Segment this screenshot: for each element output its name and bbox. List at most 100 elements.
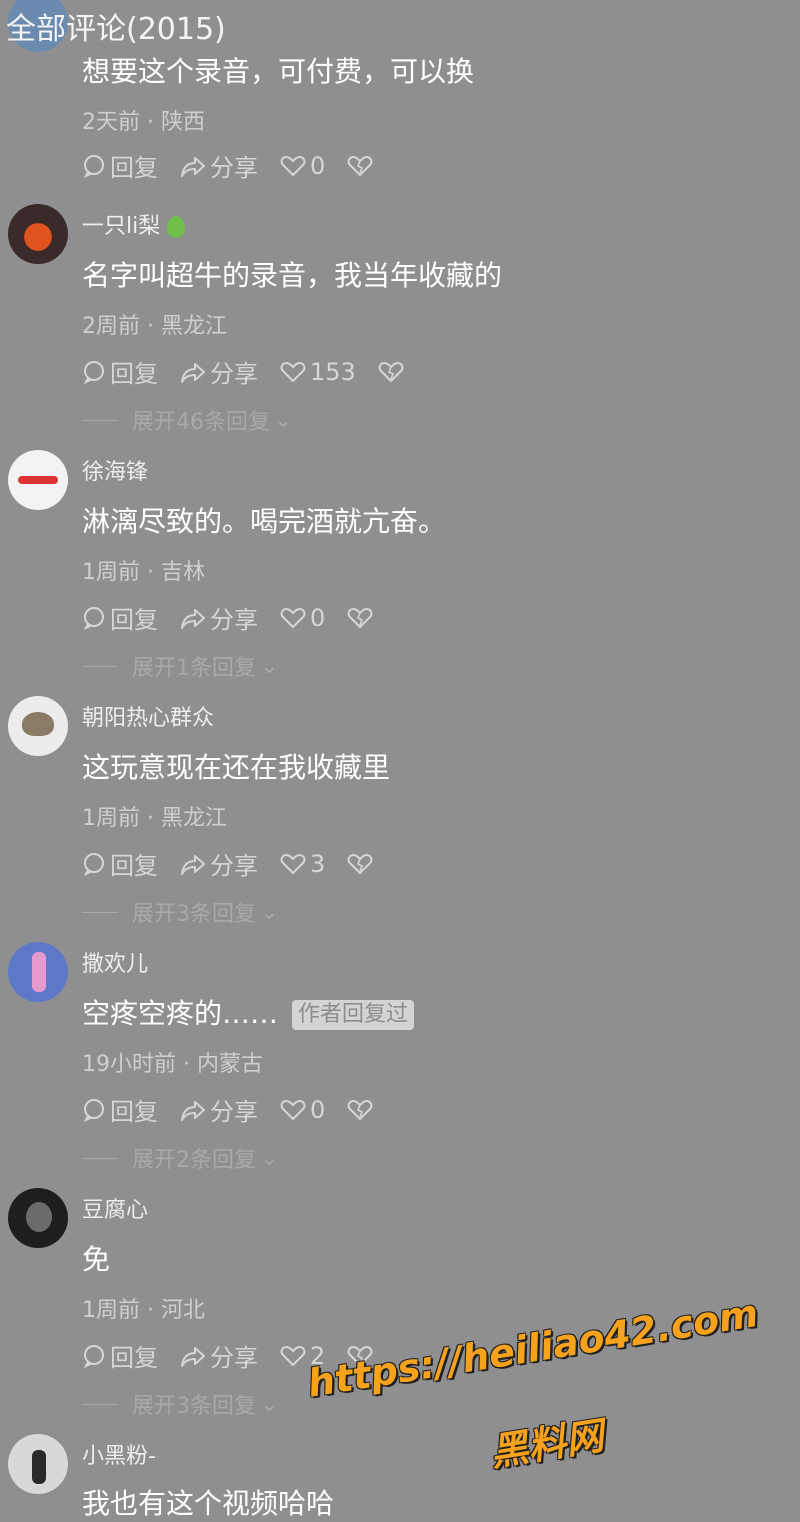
like-button[interactable]: 0 (280, 1096, 325, 1124)
comment-icon (83, 154, 104, 178)
comment-icon (83, 606, 104, 630)
page-title: 全部评论(2015) (6, 12, 226, 47)
comment-text: 我也有这个视频哈哈 (82, 1487, 335, 1520)
chevron-down-icon: ⌄ (274, 407, 293, 433)
divider (82, 1157, 118, 1159)
reply-button[interactable]: 回复 (82, 600, 158, 635)
comment-icon (83, 360, 104, 384)
comment-icon (83, 852, 104, 876)
dislike-button[interactable] (347, 852, 377, 876)
comment-item: 徐海锋 淋漓尽致的。喝完酒就亢奋。 1周前 · 吉林 回复 分享 0 展开1条回… (0, 446, 800, 692)
comment-text: 免 (82, 1243, 111, 1276)
reply-button[interactable]: 回复 (82, 354, 158, 389)
share-button[interactable]: 分享 (180, 354, 258, 389)
heart-icon (280, 1099, 306, 1120)
comment-username[interactable]: 小黑粉- (82, 1438, 156, 1470)
comment-meta: 1周前 · 河北 (82, 1298, 205, 1323)
silhouette-figure (32, 1450, 46, 1484)
share-icon (181, 1100, 205, 1121)
share-icon (181, 362, 205, 383)
like-button[interactable]: 153 (280, 358, 356, 386)
comment-username[interactable]: 徐海锋 (82, 454, 148, 486)
share-button[interactable]: 分享 (180, 600, 258, 635)
comment-icon (83, 1344, 104, 1368)
share-icon (181, 156, 205, 177)
expand-replies-button[interactable]: 展开2条回复 ⌄ (82, 1142, 278, 1174)
chevron-down-icon: ⌄ (260, 653, 279, 679)
share-button[interactable]: 分享 (180, 846, 258, 881)
avatar[interactable] (8, 204, 68, 264)
comment-actions: 回复 分享 3 (82, 846, 399, 881)
avatar[interactable] (8, 696, 68, 756)
avatar[interactable] (8, 1188, 68, 1248)
heart-icon (280, 155, 306, 176)
heart-icon (280, 853, 306, 874)
chevron-down-icon: ⌄ (260, 1145, 279, 1171)
divider (82, 911, 118, 913)
share-icon (181, 1346, 205, 1367)
cartoon-figure (32, 952, 46, 992)
share-icon (181, 608, 205, 629)
heart-icon (280, 361, 306, 382)
broken-heart-icon (378, 361, 404, 382)
chevron-down-icon: ⌄ (260, 1391, 279, 1417)
dislike-button[interactable] (347, 606, 377, 630)
chevron-down-icon: ⌄ (260, 899, 279, 925)
comment-meta: 1周前 · 吉林 (82, 560, 205, 585)
divider (82, 665, 118, 667)
comment-username[interactable]: 豆腐心 (82, 1192, 148, 1224)
comment-actions: 回复 分享 0 (82, 600, 399, 635)
comment-text: 名字叫超牛的录音，我当年收藏的 (82, 259, 503, 292)
expand-replies-button[interactable]: 展开3条回复 ⌄ (82, 896, 278, 928)
dislike-button[interactable] (378, 360, 408, 384)
hedgehog-image (22, 712, 54, 736)
comment-text: 空疼空疼的…… 作者回复过 (82, 992, 415, 1032)
broken-heart-icon (347, 853, 373, 874)
dark-portrait (26, 1202, 52, 1232)
comment-actions: 回复 分享 153 (82, 354, 430, 389)
dislike-button[interactable] (347, 154, 377, 178)
comment-icon (83, 1098, 104, 1122)
broken-heart-icon (347, 1099, 373, 1120)
comment-username[interactable]: 朝阳热心群众 (82, 700, 214, 732)
comment-meta: 2周前 · 黑龙江 (82, 314, 227, 339)
comment-username[interactable]: 一只li梨 (82, 208, 186, 240)
broken-heart-icon (347, 155, 373, 176)
like-button[interactable]: 0 (280, 152, 325, 180)
heart-icon (280, 607, 306, 628)
reply-button[interactable]: 回复 (82, 1338, 158, 1373)
dislike-button[interactable] (347, 1098, 377, 1122)
broken-heart-icon (347, 607, 373, 628)
avatar[interactable] (8, 450, 68, 510)
share-button[interactable]: 分享 (180, 1092, 258, 1127)
comment-item: 朝阳热心群众 这玩意现在还在我收藏里 1周前 · 黑龙江 回复 分享 3 展开3… (0, 692, 800, 938)
logo-mark (18, 476, 58, 484)
share-button[interactable]: 分享 (180, 148, 258, 183)
avatar[interactable] (8, 1434, 68, 1494)
divider (82, 419, 118, 421)
like-button[interactable]: 0 (280, 604, 325, 632)
comment-item: 小黑粉- 我也有这个视频哈哈 (0, 1430, 800, 1520)
reply-button[interactable]: 回复 (82, 846, 158, 881)
comment-item: 撒欢儿 空疼空疼的…… 作者回复过 19小时前 · 内蒙古 回复 分享 0 展开2… (0, 938, 800, 1184)
share-button[interactable]: 分享 (180, 1338, 258, 1373)
expand-replies-button[interactable]: 展开46条回复 ⌄ (82, 404, 292, 436)
comment-meta: 19小时前 · 内蒙古 (82, 1052, 263, 1077)
heart-icon (280, 1345, 306, 1366)
share-icon (181, 854, 205, 875)
divider (82, 1403, 118, 1405)
comment-item: 一只li梨 名字叫超牛的录音，我当年收藏的 2周前 · 黑龙江 回复 分享 15… (0, 200, 800, 446)
comment-username[interactable]: 撒欢儿 (82, 946, 148, 978)
expand-replies-button[interactable]: 展开1条回复 ⌄ (82, 650, 278, 682)
comment-text: 这玩意现在还在我收藏里 (82, 751, 391, 784)
author-replied-badge: 作者回复过 (292, 1000, 415, 1030)
comment-meta: 1周前 · 黑龙江 (82, 806, 227, 831)
like-button[interactable]: 3 (280, 850, 325, 878)
pear-icon (167, 216, 186, 238)
expand-replies-button[interactable]: 展开3条回复 ⌄ (82, 1388, 278, 1420)
reply-button[interactable]: 回复 (82, 1092, 158, 1127)
avatar[interactable] (8, 942, 68, 1002)
reply-button[interactable]: 回复 (82, 148, 158, 183)
comment-text: 想要这个录音，可付费，可以换 (82, 55, 475, 88)
comment-actions: 回复 分享 0 (82, 1092, 399, 1127)
